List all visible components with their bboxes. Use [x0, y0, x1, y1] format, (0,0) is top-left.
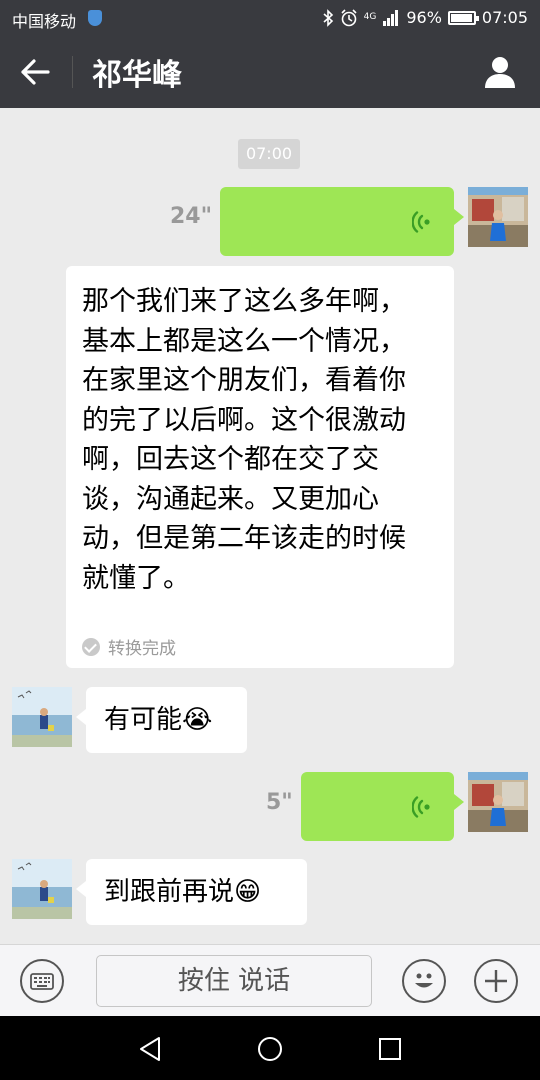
- carrier-name: 中国移动: [12, 12, 77, 31]
- crying-face-emoji: 😭: [182, 705, 213, 735]
- nav-back-icon[interactable]: [138, 1036, 162, 1062]
- arrow-left-icon[interactable]: [18, 56, 54, 88]
- network-type: 4G: [363, 12, 377, 22]
- plus-icon[interactable]: [474, 959, 518, 1003]
- check-circle-icon: [82, 637, 100, 656]
- my-avatar[interactable]: [468, 772, 528, 832]
- voice-message-bubble[interactable]: [301, 772, 464, 841]
- battery-icon: [447, 10, 479, 25]
- keyboard-icon[interactable]: [20, 959, 64, 1003]
- nav-recents-icon[interactable]: [378, 1037, 402, 1061]
- transcript-status: 转换完成: [82, 634, 176, 659]
- clock: 07:05: [481, 8, 528, 27]
- smiley-icon[interactable]: [402, 959, 446, 1003]
- nav-home-icon[interactable]: [257, 1036, 283, 1062]
- shield-icon: [88, 10, 102, 26]
- alarm-icon: [341, 8, 357, 26]
- voice-transcript-bubble[interactable]: 那个我们来了这么多年啊，基本上都是这么一个情况，在家里这个朋友们，看着你的完了以…: [66, 266, 454, 668]
- text-message-bubble[interactable]: 到跟前再说😁: [76, 859, 307, 925]
- person-icon[interactable]: [482, 54, 518, 90]
- input-bar: 按住 说话: [0, 944, 540, 1017]
- contact-avatar[interactable]: [12, 859, 72, 919]
- contact-avatar[interactable]: [12, 687, 72, 747]
- hold-to-talk-button[interactable]: 按住 说话: [96, 955, 372, 1007]
- message-timestamp: 07:00: [238, 139, 300, 169]
- voice-wave-icon: [412, 796, 430, 818]
- my-avatar[interactable]: [468, 187, 528, 247]
- chat-title: 祁华峰: [92, 58, 182, 93]
- voice-duration: 5": [266, 790, 293, 815]
- system-nav-bar: [0, 1016, 540, 1080]
- transcript-text: 那个我们来了这么多年啊，基本上都是这么一个情况，在家里这个朋友们，看着你的完了以…: [82, 286, 406, 594]
- message-text: 到跟前再说😁: [104, 877, 262, 907]
- grinning-face-emoji: 😁: [234, 877, 262, 907]
- voice-message-bubble[interactable]: [220, 187, 464, 256]
- transcript-status-label: 转换完成: [108, 639, 176, 659]
- status-indicators: 4G 96% 07:05: [322, 8, 528, 27]
- status-bar: 中国移动 4G 96% 07:05: [0, 0, 540, 36]
- bluetooth-icon: [323, 8, 333, 27]
- message-text: 有可能😭: [104, 705, 213, 735]
- signal-icon: [383, 9, 399, 26]
- voice-duration: 24": [170, 204, 213, 229]
- chat-header: 祁华峰: [0, 36, 540, 108]
- header-divider: [72, 56, 73, 88]
- text-message-bubble[interactable]: 有可能😭: [76, 687, 247, 753]
- voice-wave-icon: [412, 211, 430, 233]
- battery-percent: 96%: [406, 8, 442, 27]
